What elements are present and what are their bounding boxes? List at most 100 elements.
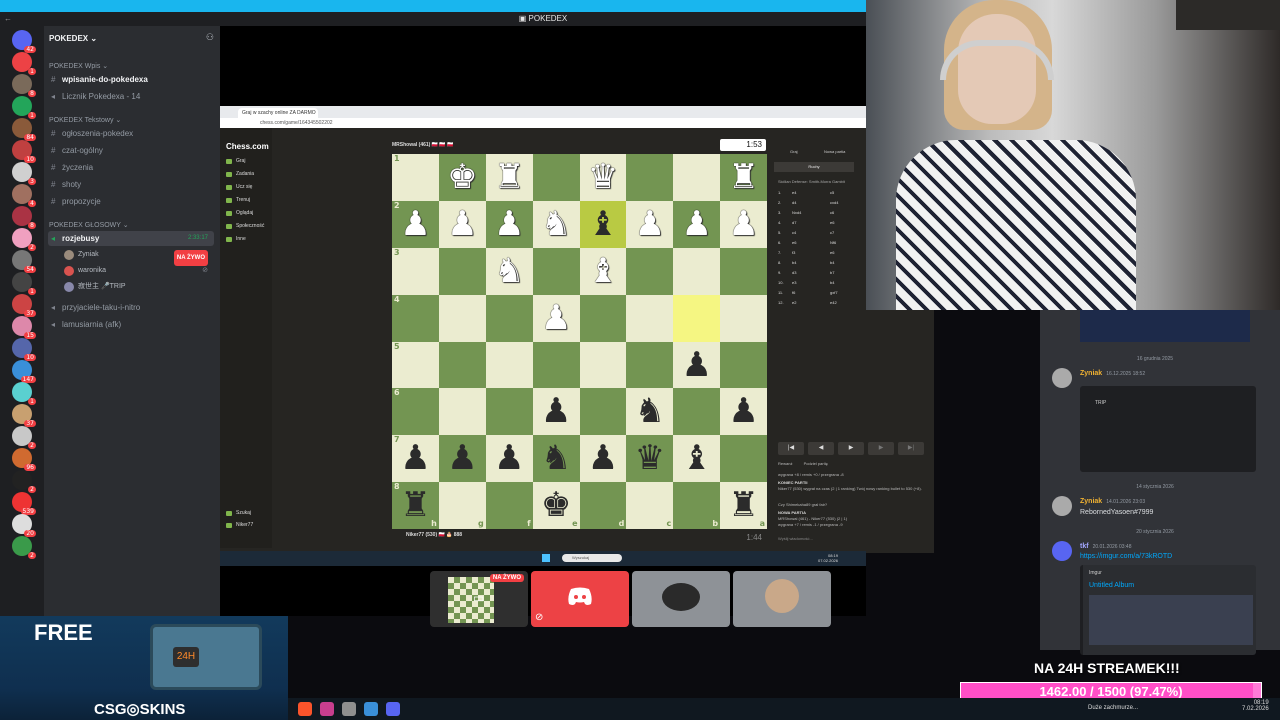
server-icon[interactable]: 2 (12, 228, 36, 251)
nav-trenuj[interactable]: Trenuj (226, 197, 250, 203)
board-square[interactable]: e ♚ (532, 482, 580, 529)
white-king-icon[interactable]: ♚ (447, 157, 477, 197)
black-pawn-icon[interactable]: ♟ (588, 438, 618, 478)
link-embed[interactable]: Imgur Untitled Album (1080, 565, 1256, 655)
move-san[interactable]: e6 (792, 240, 796, 245)
board-square[interactable] (579, 388, 627, 436)
black-bishop-icon[interactable]: ♝ (588, 204, 618, 244)
arrow-left-icon[interactable]: ← (4, 14, 12, 23)
nav-profile[interactable]: Niker77 (226, 522, 253, 528)
board-square[interactable] (673, 388, 721, 436)
white-knight-icon[interactable]: ♞ (541, 204, 571, 244)
weather-status[interactable]: Duże zachmurze... (1088, 705, 1138, 711)
server-icon[interactable]: 2 (12, 470, 36, 493)
board-square[interactable] (720, 294, 767, 342)
category-glosowy[interactable]: POKEDEX GŁOSOWY ⌄ (49, 221, 129, 229)
move-san[interactable]: gxf7 (830, 290, 838, 295)
voice-user-zyniak[interactable]: Zyniak NA ŻYWO (64, 248, 214, 266)
voice-user-waronika[interactable]: waronika ⊘ (64, 264, 214, 278)
tab-graj[interactable]: Graj (790, 149, 798, 154)
black-pawn-icon[interactable]: ♟ (494, 438, 524, 478)
channel-zyczenia[interactable]: # życzenia (48, 160, 214, 175)
board-square[interactable]: ♚ (438, 154, 486, 201)
black-pawn-icon[interactable]: ♟ (541, 391, 571, 431)
embed-title[interactable]: Untitled Album (1089, 582, 1134, 589)
move-san[interactable]: e3 (792, 280, 796, 285)
board-square[interactable] (579, 341, 627, 389)
server-icon[interactable]: 84 (12, 118, 36, 141)
server-icon[interactable]: 42 (12, 30, 36, 53)
voice-channel-rozjebusy[interactable]: ◂ rozjebusy 2:33:17 (48, 231, 214, 246)
server-icon[interactable]: 3 (12, 162, 36, 185)
black-pawn-icon[interactable]: ♟ (400, 438, 430, 478)
board-square[interactable]: ♛ (579, 154, 627, 201)
black-rook-icon[interactable]: ♜ (400, 485, 430, 525)
channel-shoty[interactable]: # shoty (48, 177, 214, 192)
white-queen-icon[interactable]: ♛ (588, 157, 618, 197)
next-move-button[interactable]: ▶ (838, 442, 864, 455)
white-pawn-icon[interactable]: ♟ (541, 298, 571, 338)
move-san[interactable]: e6 (830, 250, 834, 255)
board-square[interactable] (438, 388, 486, 436)
server-icon[interactable]: 1 (12, 96, 36, 119)
channel-propozycje[interactable]: # propozycje (48, 194, 214, 209)
board-square[interactable]: 7 ♟ (392, 435, 439, 483)
move-san[interactable]: e6 (830, 220, 834, 225)
board-square[interactable] (438, 247, 486, 295)
windows-start-icon[interactable] (542, 554, 550, 562)
board-square[interactable]: b (673, 482, 721, 529)
board-square[interactable] (626, 341, 674, 389)
voice-channel-lamusiarnia[interactable]: ◂ lamusiarnia (afk) (48, 317, 214, 332)
board-square[interactable] (626, 247, 674, 295)
board-square[interactable]: ♞ (532, 435, 580, 483)
board-square[interactable] (626, 154, 674, 201)
black-knight-icon[interactable]: ♞ (635, 391, 665, 431)
avatar[interactable] (1052, 368, 1072, 388)
server-icon[interactable]: 96 (12, 448, 36, 471)
message-author[interactable]: Zyniak 16.12.2025 18:52 (1080, 370, 1145, 377)
server-icon[interactable]: 54 (12, 250, 36, 273)
white-rook-icon[interactable]: ♜ (494, 157, 524, 197)
board-square[interactable] (485, 341, 533, 389)
black-queen-icon[interactable]: ♛ (635, 438, 665, 478)
move-san[interactable]: e42 (830, 300, 837, 305)
board-square[interactable]: c (626, 482, 674, 529)
nav-szukaj[interactable]: Szukaj (226, 510, 251, 516)
chat-input[interactable]: Wyślij wiadomość... (778, 536, 928, 541)
board-square[interactable]: ♞ (485, 247, 533, 295)
board-square[interactable] (438, 341, 486, 389)
avatar[interactable] (1052, 541, 1072, 561)
board-square[interactable] (438, 294, 486, 342)
board-square[interactable] (673, 154, 721, 201)
board-square[interactable]: 8 h ♜ (392, 482, 439, 529)
server-icon[interactable]: 2 (12, 536, 36, 559)
white-pawn-icon[interactable]: ♟ (681, 204, 711, 244)
server-icon[interactable]: 539 (12, 492, 36, 515)
move-san[interactable]: d7 (792, 220, 796, 225)
voice-user-trip[interactable]: 寂世主 🎤TRIP (64, 280, 214, 294)
board-square[interactable]: 6 (392, 388, 439, 436)
move-san[interactable]: c4 (792, 230, 796, 235)
tab-ruchy[interactable]: Ruchy (774, 162, 854, 172)
browser-address-bar[interactable]: chess.com/game/164345502202 (220, 118, 866, 128)
server-icon[interactable]: 10 (12, 140, 36, 163)
white-pawn-icon[interactable]: ♟ (635, 204, 665, 244)
move-san[interactable]: c5 (830, 190, 834, 195)
nav-zadania[interactable]: Zadania (226, 171, 254, 177)
browser-tab[interactable]: Graj w szachy online ZA DARMO (238, 108, 318, 118)
black-bishop-icon[interactable]: ♝ (681, 438, 711, 478)
white-rook-icon[interactable]: ♜ (728, 157, 758, 197)
server-name[interactable]: POKEDEX ⌄ (49, 34, 97, 43)
add-user-icon[interactable]: ⚇ (206, 32, 214, 43)
board-square[interactable] (532, 154, 580, 201)
black-knight-icon[interactable]: ♞ (541, 438, 571, 478)
board-square[interactable]: ♟ (485, 435, 533, 483)
board-square[interactable] (626, 294, 674, 342)
board-square[interactable]: ♟ (485, 200, 533, 248)
board-square[interactable]: ♜ (720, 154, 767, 201)
server-icon[interactable]: 2 (12, 426, 36, 449)
server-icon[interactable]: 10 (12, 338, 36, 361)
tile-discord-user[interactable]: ⊘ (531, 571, 629, 627)
board-square[interactable] (532, 341, 580, 389)
board-square[interactable]: ♟ (438, 435, 486, 483)
